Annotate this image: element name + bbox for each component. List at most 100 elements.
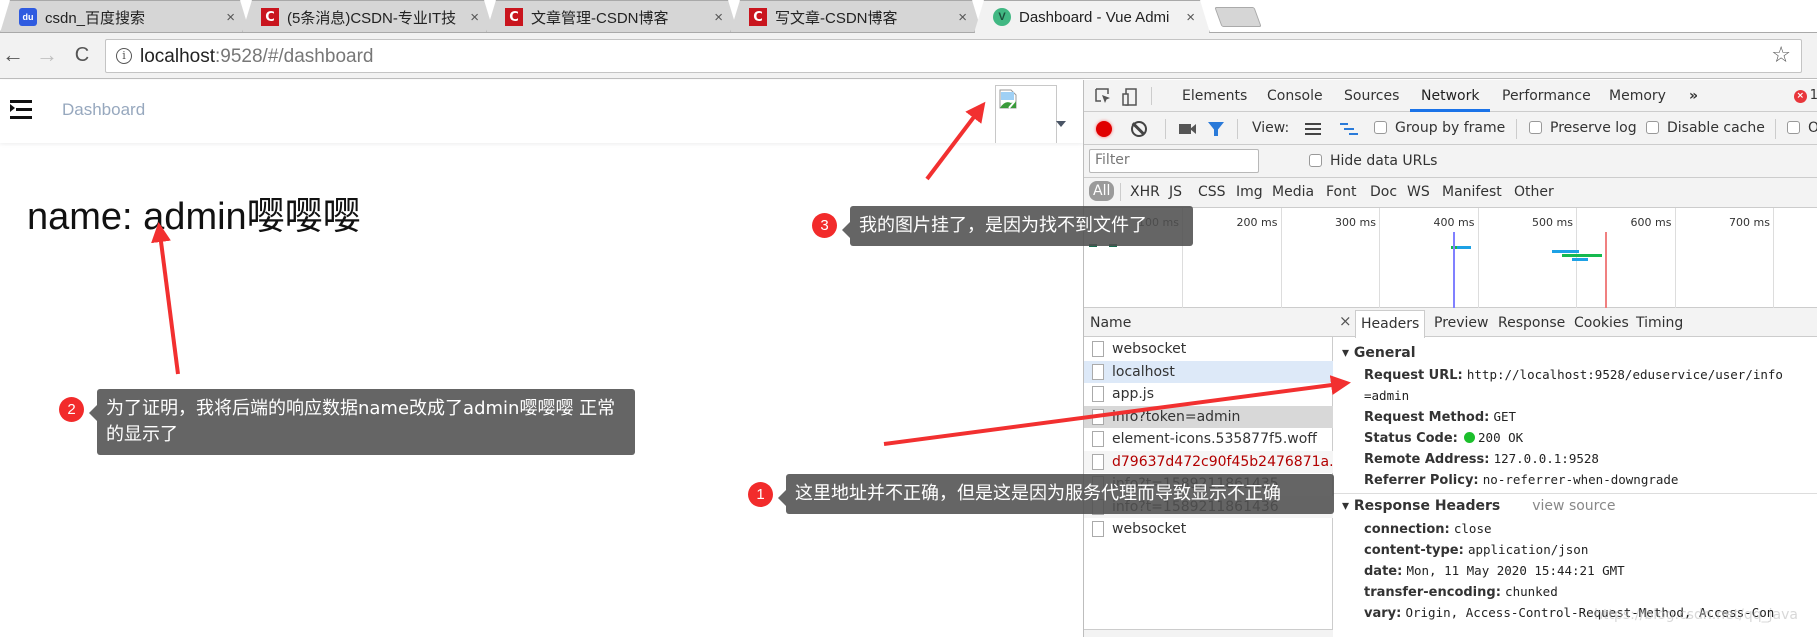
view-label: View: [1252,120,1290,136]
avatar[interactable] [995,85,1057,143]
detail-tab-cookies[interactable]: Cookies [1574,315,1629,331]
close-tab-icon[interactable]: × [1186,9,1195,26]
browser-toolbar: ← → C i localhost:9528/#/dashboard ☆ [0,33,1817,79]
request-row[interactable]: element-icons.535877f5.woff [1084,428,1333,451]
preserve-log-checkbox[interactable]: Preserve log [1529,120,1637,136]
request-name: websocket [1112,521,1187,537]
reload-button[interactable]: C [69,42,95,68]
sidebar-toggle-icon[interactable] [10,99,32,119]
name-column-header[interactable]: Name [1084,308,1333,337]
annotation-note: 这里地址并不正确，但是这是因为服务代理而导致显示不正确 [778,474,1334,514]
large-rows-icon[interactable] [1305,123,1321,135]
request-list-scrollbar[interactable] [1084,629,1333,637]
general-section-toggle[interactable]: ▾ General [1342,345,1416,361]
close-tab-icon[interactable]: × [226,9,235,26]
detail-tab-timing[interactable]: Timing [1636,315,1683,331]
clear-icon[interactable] [1131,121,1147,137]
request-row[interactable]: websocket [1084,338,1333,361]
detail-tab-headers[interactable]: Headers [1355,310,1426,338]
type-filter-ws[interactable]: WS [1407,184,1430,200]
group-by-frame-checkbox[interactable]: Group by frame [1374,120,1505,136]
capture-screenshots-icon[interactable] [1179,124,1196,134]
new-tab-button[interactable] [1214,7,1262,27]
devtools-tab-network[interactable]: Network [1421,88,1479,104]
response-headers-toggle[interactable]: ▾ Response Headers view source [1342,498,1615,514]
file-icon [1092,341,1104,357]
watermark: https://blog.csdn.net/qq_java [1594,607,1798,623]
breadcrumb[interactable]: Dashboard [62,100,145,120]
error-icon: × [1793,90,1807,103]
type-filter-doc[interactable]: Doc [1370,184,1397,200]
address-url[interactable]: localhost:9528/#/dashboard [140,46,373,68]
filter-icon[interactable] [1208,122,1224,136]
view-source-link[interactable]: view source [1532,498,1615,514]
network-overview-timeline[interactable]: 100 ms200 ms300 ms400 ms500 ms600 ms700 … [1084,208,1817,308]
type-filter-xhr[interactable]: XHR [1130,184,1160,200]
browser-tab[interactable]: C 写文章-CSDN博客 × [730,0,982,33]
disable-cache-checkbox[interactable]: Disable cache [1646,120,1765,136]
status-code-row: Status Code: 200 OK [1364,430,1524,446]
browser-tab[interactable]: C (5条消息)CSDN-专业IT技 × [242,0,494,33]
annotation-badge: 1 [748,482,773,507]
close-tab-icon[interactable]: × [470,9,479,26]
remote-address-row: Remote Address: 127.0.0.1:9528 [1364,451,1599,467]
devtools-tab-sources[interactable]: Sources [1344,88,1399,104]
type-filter-css[interactable]: CSS [1198,184,1226,200]
timeline-tick-label: 500 ms [1532,216,1573,229]
address-bar[interactable]: i localhost:9528/#/dashboard ☆ [105,39,1802,73]
forward-button[interactable]: → [34,42,60,68]
devtools-tab-performance[interactable]: Performance [1502,88,1591,104]
devtools-tab-memory[interactable]: Memory [1609,88,1666,104]
bookmark-star-icon[interactable]: ☆ [1771,42,1791,68]
browser-tab[interactable]: du csdn_百度搜索 × [0,0,250,33]
type-filter-all[interactable]: All [1089,181,1115,201]
waterfall-overview-icon[interactable] [1340,123,1358,135]
detail-tab-preview[interactable]: Preview [1434,315,1489,331]
request-row[interactable]: localhost [1084,360,1333,383]
error-count: 1 [1809,88,1817,103]
more-tabs-icon[interactable]: » [1689,88,1698,104]
browser-tab-active[interactable]: V Dashboard - Vue Admi × [974,0,1210,33]
type-filter-other[interactable]: Other [1514,184,1554,200]
request-row[interactable]: websocket [1084,518,1333,541]
device-toolbar-icon[interactable] [1122,87,1140,107]
request-list: Name websocket localhost app.js info?token=… [1084,308,1333,637]
back-button[interactable]: ← [0,42,26,68]
timeline-tick-label: 400 ms [1433,216,1475,229]
info-icon[interactable]: i [116,48,132,64]
detail-tab-response[interactable]: Response [1498,315,1565,331]
hide-data-urls-checkbox[interactable]: Hide data URLs [1309,153,1437,169]
request-row[interactable]: app.js [1084,383,1333,406]
devtools-tabbar: Elements Console Sources Network Perform… [1084,80,1817,112]
referrer-policy-row: Referrer Policy: no-referrer-when-downgr… [1364,472,1679,488]
error-counter[interactable]: × 1 [1793,88,1817,103]
app-navbar: Dashboard [0,80,1083,143]
tab-title: csdn_百度搜索 [45,9,146,27]
browser-tab[interactable]: C 文章管理-CSDN博客 × [486,0,738,33]
request-row[interactable]: info?token=admin [1084,405,1333,428]
record-icon[interactable] [1096,121,1112,137]
request-row[interactable]: d79637d472c90f45b2476871a... [1084,450,1333,473]
request-name: element-icons.535877f5.woff [1112,431,1317,447]
close-details-icon[interactable]: × [1339,312,1352,330]
request-name: info?token=admin [1112,408,1241,425]
caret-down-icon[interactable] [1056,121,1066,127]
request-url-continued: =admin [1364,388,1410,403]
file-icon [1092,431,1104,447]
devtools-tab-console[interactable]: Console [1267,88,1323,104]
tab-title: 写文章-CSDN博客 [775,9,898,27]
type-filter-font[interactable]: Font [1326,184,1356,200]
type-filter-media[interactable]: Media [1272,184,1314,200]
response-header-row: transfer-encoding: chunked [1364,584,1558,600]
close-tab-icon[interactable]: × [714,9,723,26]
type-filter-manifest[interactable]: Manifest [1442,184,1502,200]
timeline-gridline [1280,208,1282,308]
offline-checkbox[interactable]: Of [1787,120,1817,136]
inspect-element-icon[interactable] [1094,87,1112,105]
filter-input[interactable]: Filter [1089,149,1259,173]
devtools-tab-elements[interactable]: Elements [1182,88,1247,104]
filter-bar: Filter Hide data URLs [1084,145,1817,178]
type-filter-js[interactable]: JS [1169,184,1182,200]
close-tab-icon[interactable]: × [958,9,967,26]
type-filter-img[interactable]: Img [1236,184,1263,200]
